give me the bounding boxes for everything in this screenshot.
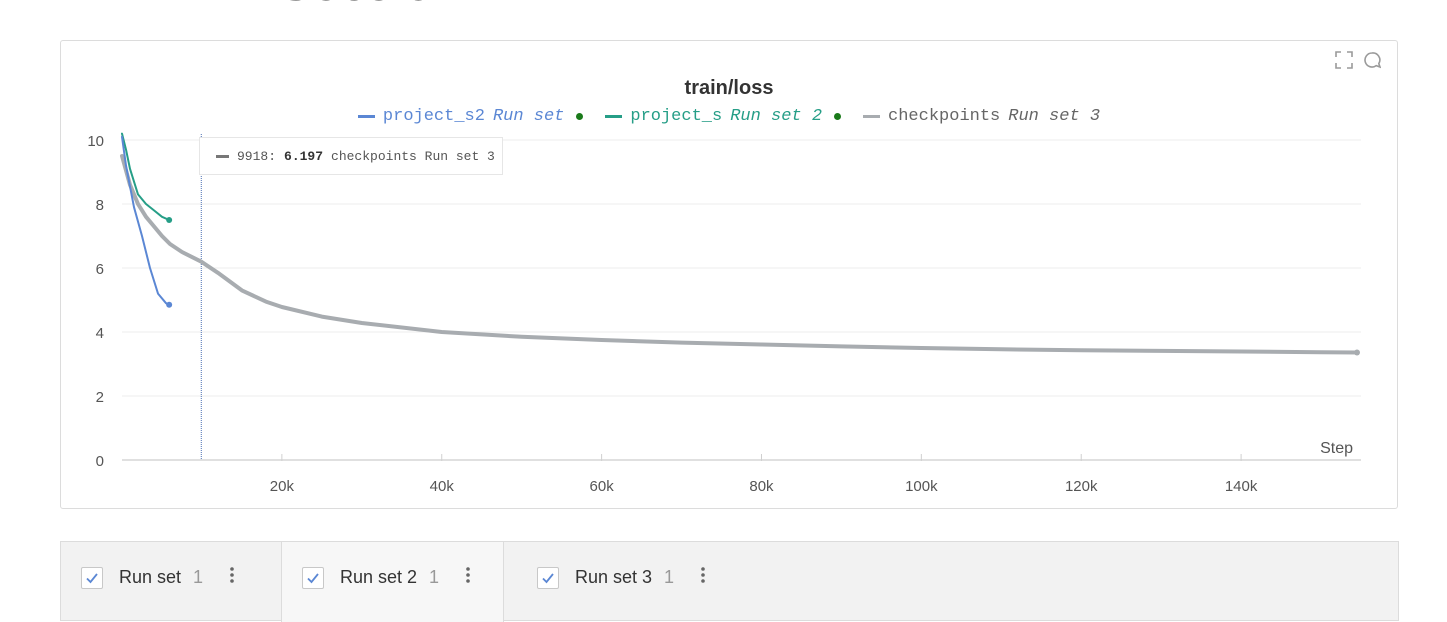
check-icon — [86, 573, 98, 584]
runset-checkbox-3[interactable] — [537, 567, 559, 589]
series-endpoint-checkpoints — [1354, 349, 1361, 356]
hover-tooltip: 9918: 6.197 checkpoints Run set 3 — [199, 137, 503, 175]
y-tick-label: 4 — [96, 325, 104, 342]
tooltip-swatch — [216, 154, 229, 158]
check-icon — [542, 573, 554, 584]
runset-count-3: 1 — [664, 567, 675, 587]
runset-label-3: Run set 3 — [575, 567, 653, 587]
runset-label-1: Run set — [119, 567, 182, 587]
runset-tab-3[interactable]: Run set 3 1 — [537, 542, 767, 622]
kebab-menu-icon[interactable] — [463, 567, 473, 583]
x-tick-label: 80k — [749, 478, 774, 495]
runset-count-1: 1 — [193, 567, 204, 587]
y-tick-label: 2 — [96, 389, 104, 406]
x-tick-label: 100k — [905, 478, 938, 495]
x-tick-label: 140k — [1225, 478, 1258, 495]
runset-checkbox-1[interactable] — [81, 567, 103, 589]
line-chart-panel: train/loss project_s2 Run set project_s Run… — [60, 40, 1398, 509]
x-tick-label: 60k — [590, 478, 615, 495]
runset-label-2: Run set 2 — [340, 567, 418, 587]
x-tick-label: 20k — [270, 478, 295, 495]
y-tick-label: 0 — [96, 453, 104, 470]
series-endpoint-project_s2 — [166, 301, 173, 308]
y-tick-label: 10 — [87, 133, 104, 150]
runset-tab-2[interactable]: Run set 2 1 — [281, 542, 504, 622]
x-tick-label: 120k — [1065, 478, 1098, 495]
runset-count-2: 1 — [429, 567, 440, 587]
y-tick-label: 8 — [96, 197, 104, 214]
tooltip-value: 6.197 — [284, 148, 324, 164]
x-tick-label: 40k — [430, 478, 455, 495]
tooltip-label: checkpoints Run set 3 — [331, 148, 495, 164]
section-title: Section 1 — [280, 0, 511, 8]
runset-tab-1[interactable]: Run set 1 — [81, 542, 281, 622]
runset-checkbox-2[interactable] — [302, 567, 324, 589]
series-line-checkpoints — [120, 154, 1359, 355]
kebab-menu-icon[interactable] — [698, 567, 708, 583]
x-axis-label: Step — [1320, 440, 1353, 457]
check-icon — [307, 573, 319, 584]
chart-svg[interactable]: 0 2 4 6 8 10 20k 40k 60k 80k 100k 120k 140k Step — [61, 41, 1399, 510]
tooltip-step: 9918: — [237, 148, 277, 164]
kebab-menu-icon[interactable] — [227, 567, 237, 583]
y-tick-label: 6 — [96, 261, 104, 278]
runset-tabs: Run set 1 Run set 2 1 Run set 3 1 — [60, 541, 1399, 622]
series-endpoint-project_s — [166, 217, 173, 223]
